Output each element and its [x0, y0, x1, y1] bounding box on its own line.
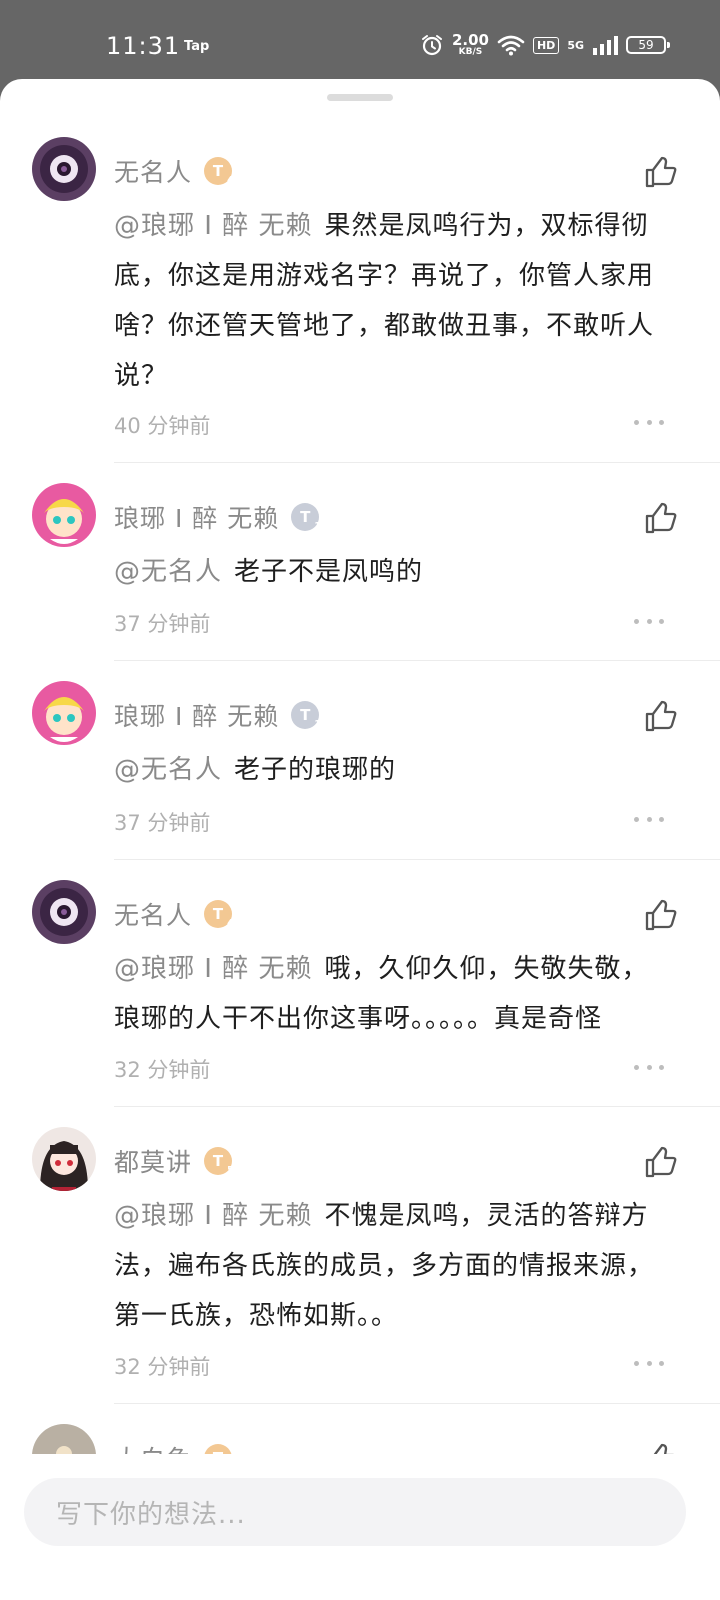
avatar[interactable] — [32, 681, 96, 745]
wifi-icon — [497, 35, 525, 56]
comment-text: @无名人 老子不是凤鸣的 — [114, 557, 424, 587]
net-speed: 2.00 KB/S — [451, 31, 489, 57]
comment-input[interactable]: 写下你的想法... — [24, 1478, 686, 1546]
divider — [114, 859, 720, 860]
signal-icon — [593, 36, 618, 55]
comments-sheet: 无名人 T4 @琅琊 Ⅰ 醉 无赖 果然是凤鸣行为，双标得彻 底，你这是用游戏名字… — [0, 79, 720, 1600]
mention-link[interactable]: @琅琊 Ⅰ 醉 无赖 — [114, 211, 312, 241]
level-badge: T4 — [204, 900, 234, 929]
comment-header: 琅琊 Ⅰ 醉 无赖 T1 — [114, 499, 321, 535]
comment-header: 无名人 T4 — [114, 896, 234, 932]
status-bar: 11:31 Tap 2.00 KB/S HD 5G 59 — [0, 0, 720, 80]
comment-text: @琅琊 Ⅰ 醉 无赖 哦，久仰久仰，失敬失敬， 琅琊的人干不出你这事呀。。。。。真… — [114, 954, 649, 1034]
status-time: 11:31 — [106, 32, 181, 60]
battery-icon: 59 — [626, 36, 670, 54]
avatar[interactable] — [32, 1127, 96, 1191]
comment-time: 37 分钟前 — [114, 811, 211, 835]
mention-link[interactable]: @无名人 — [114, 755, 222, 785]
more-horizontal-icon[interactable] — [634, 616, 664, 626]
alarm-icon — [421, 35, 442, 56]
thumbs-up-icon[interactable] — [644, 1145, 678, 1179]
mention-link[interactable]: @琅琊 Ⅰ 醉 无赖 — [114, 954, 312, 984]
more-horizontal-icon[interactable] — [634, 814, 664, 824]
sheet-drag-handle[interactable] — [327, 94, 393, 101]
hd-badge: HD — [532, 36, 560, 54]
comment-text: @琅琊 Ⅰ 醉 无赖 不愧是凤鸣，灵活的答辩方 法，遍布各氏族的成员，多方面的情报… — [114, 1201, 655, 1331]
avatar[interactable] — [32, 483, 96, 547]
mention-link[interactable]: @无名人 — [114, 557, 222, 587]
comment-header: 都莫讲 T5 — [114, 1143, 234, 1179]
avatar[interactable] — [32, 137, 96, 201]
level-badge: T1 — [291, 503, 321, 532]
input-placeholder: 写下你的想法... — [56, 1499, 246, 1530]
mention-link[interactable]: @琅琊 Ⅰ 醉 无赖 — [114, 1201, 312, 1231]
username[interactable]: 都莫讲 — [114, 1143, 192, 1179]
divider — [114, 462, 720, 463]
network-type: 5G — [567, 38, 584, 52]
comment-time: 32 分钟前 — [114, 1355, 211, 1379]
comment-text: @无名人 老子的琅琊的 — [114, 755, 397, 785]
level-badge: T1 — [291, 701, 321, 730]
thumbs-up-icon[interactable] — [644, 155, 678, 189]
divider — [114, 660, 720, 661]
comment-header: 琅琊 Ⅰ 醉 无赖 T1 — [114, 697, 321, 733]
level-badge: T5 — [204, 1147, 234, 1176]
thumbs-up-icon[interactable] — [644, 898, 678, 932]
divider — [114, 1106, 720, 1107]
tap-app-icon: Tap — [184, 39, 210, 54]
thumbs-up-icon[interactable] — [644, 501, 678, 535]
status-icons: 2.00 KB/S HD 5G 59 — [420, 30, 670, 60]
avatar[interactable] — [32, 880, 96, 944]
username[interactable]: 无名人 — [114, 896, 192, 932]
username[interactable]: 琅琊 Ⅰ 醉 无赖 — [114, 499, 279, 535]
comment-text: @琅琊 Ⅰ 醉 无赖 果然是凤鸣行为，双标得彻 底，你这是用游戏名字？再说了，你管… — [114, 211, 655, 391]
more-horizontal-icon[interactable] — [634, 417, 664, 427]
comment-time: 40 分钟前 — [114, 414, 211, 438]
more-horizontal-icon[interactable] — [634, 1062, 664, 1072]
username[interactable]: 琅琊 Ⅰ 醉 无赖 — [114, 697, 279, 733]
comment-header: 无名人 T4 — [114, 153, 234, 189]
more-horizontal-icon[interactable] — [634, 1358, 664, 1368]
username[interactable]: 无名人 — [114, 153, 192, 189]
comment-time: 37 分钟前 — [114, 612, 211, 636]
level-badge: T4 — [204, 157, 234, 186]
divider — [114, 1403, 720, 1404]
thumbs-up-icon[interactable] — [644, 699, 678, 733]
comment-input-bar: 写下你的想法... — [0, 1454, 720, 1600]
comment-time: 32 分钟前 — [114, 1058, 211, 1082]
